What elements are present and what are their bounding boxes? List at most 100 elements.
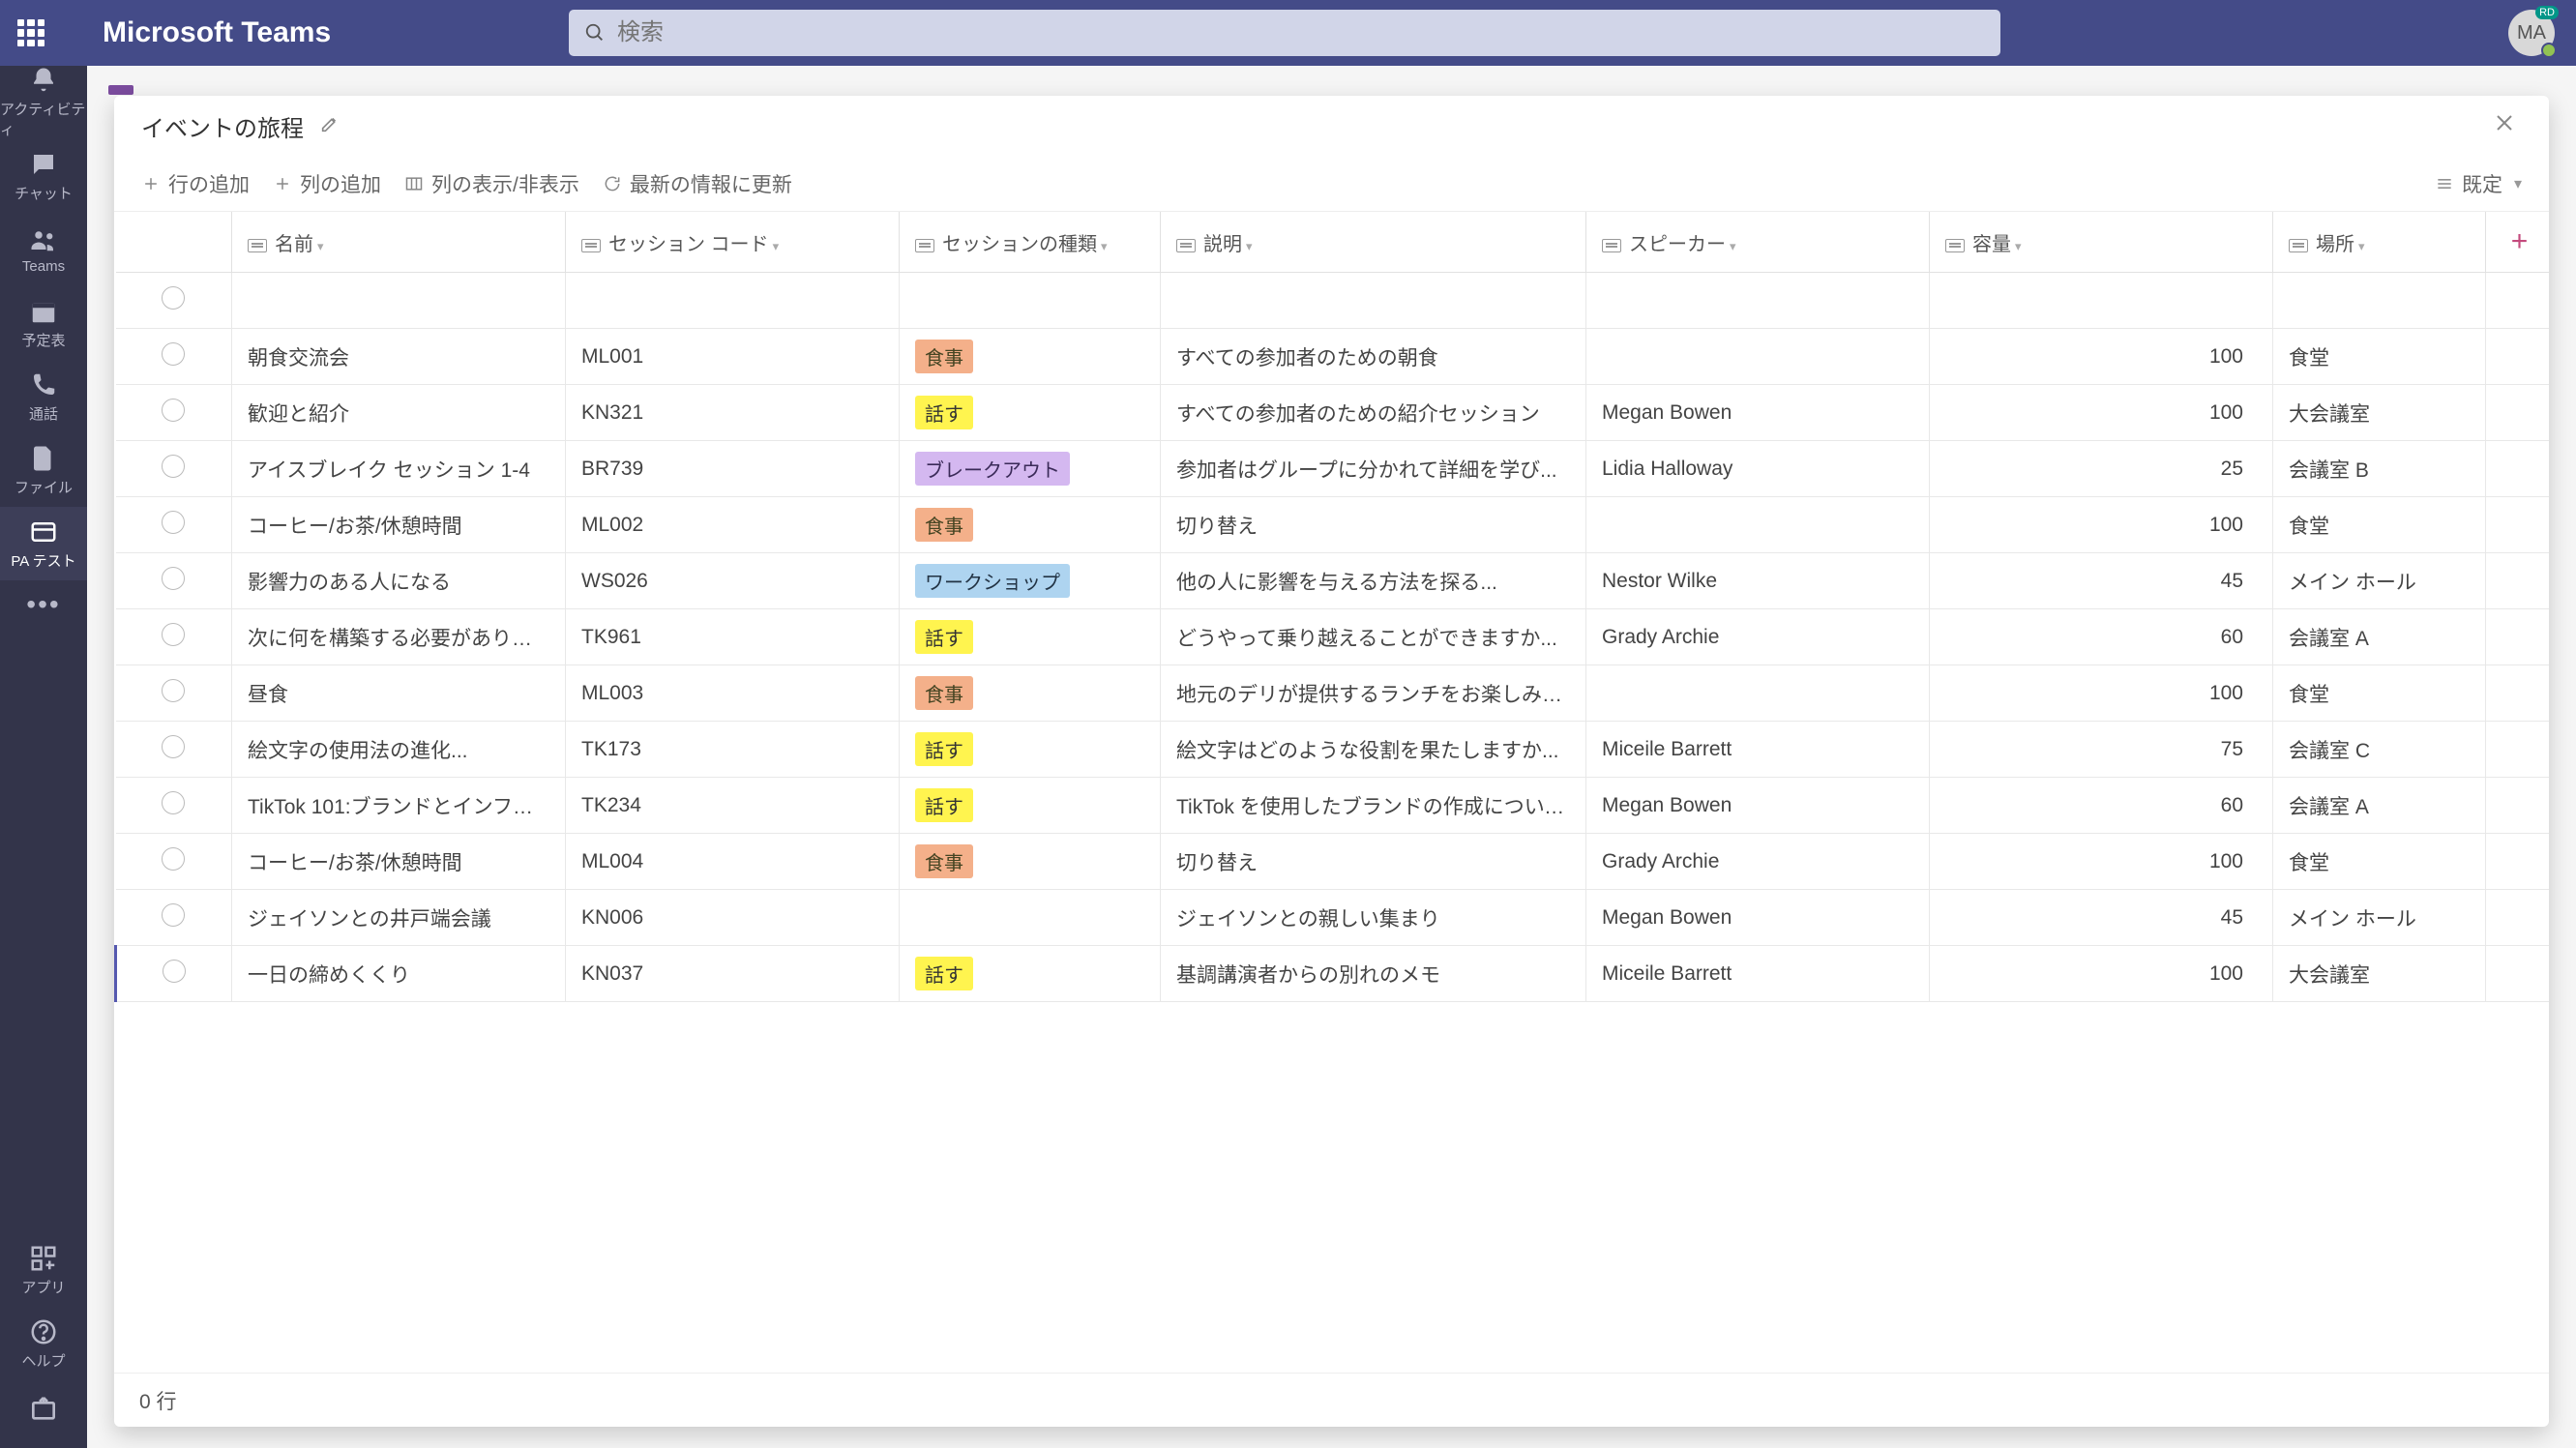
row-radio[interactable] [162,567,185,590]
cell-name[interactable]: 一日の締めくくり [232,946,566,1002]
cell-speaker[interactable]: Grady Archie [1586,609,1930,665]
avatar[interactable]: MA RD [2508,10,2555,56]
refresh-button[interactable]: 最新の情報に更新 [603,169,792,198]
row-radio[interactable] [162,791,185,814]
cell-speaker[interactable]: Grady Archie [1586,834,1930,890]
view-selector[interactable]: 既定 ▾ [2435,169,2522,198]
cell-code[interactable]: KN037 [566,946,900,1002]
cell-type[interactable]: ブレークアウト [900,441,1161,497]
cell-code[interactable]: WS026 [566,553,900,609]
rail-calendar[interactable]: 予定表 [0,286,87,360]
cell-desc[interactable]: TikTok を使用したブランドの作成について学ぶ [1161,778,1586,834]
cell-name[interactable]: アイスブレイク セッション 1-4 [232,441,566,497]
col-place[interactable]: 場所▾ [2273,212,2486,273]
cell-desc[interactable]: 参加者はグループに分かれて詳細を学び... [1161,441,1586,497]
cell-code[interactable]: TK961 [566,609,900,665]
row-radio[interactable] [162,903,185,927]
cell-cap[interactable]: 100 [1930,665,2273,722]
cell-speaker[interactable] [1586,329,1930,385]
table-row[interactable]: ジェイソンとの井戸端会議KN006ジェイソンとの親しい集まりMegan Bowe… [116,890,2550,946]
cell-code[interactable]: KN321 [566,385,900,441]
cell-cap[interactable]: 25 [1930,441,2273,497]
cell-name[interactable]: 影響力のある人になる [232,553,566,609]
table-row-empty[interactable] [116,273,2550,329]
cell-type[interactable]: 話す [900,609,1161,665]
table-row[interactable]: コーヒー/お茶/休憩時間ML004食事切り替えGrady Archie100食堂 [116,834,2550,890]
row-radio[interactable] [162,286,185,310]
edit-title-button[interactable] [319,113,341,139]
cell-type[interactable] [900,890,1161,946]
search-input[interactable] [617,19,1985,46]
cell-cap[interactable]: 60 [1930,778,2273,834]
table-row[interactable]: 朝食交流会ML001食事すべての参加者のための朝食100食堂 [116,329,2550,385]
row-radio[interactable] [162,679,185,702]
cell-name[interactable]: 絵文字の使用法の進化... [232,722,566,778]
cell-code[interactable]: ML003 [566,665,900,722]
cell-desc[interactable]: 他の人に影響を与える方法を探る... [1161,553,1586,609]
cell-cap[interactable]: 100 [1930,385,2273,441]
cell-type[interactable]: 食事 [900,665,1161,722]
cell-cap[interactable]: 100 [1930,497,2273,553]
row-radio[interactable] [162,455,185,478]
cell-code[interactable]: TK234 [566,778,900,834]
toggle-columns-button[interactable]: 列の表示/非表示 [404,169,579,198]
rail-calls[interactable]: 通話 [0,360,87,433]
cell-cap[interactable]: 100 [1930,329,2273,385]
cell-type[interactable]: 食事 [900,834,1161,890]
table-row[interactable]: 昼食ML003食事地元のデリが提供するランチをお楽しみください100食堂 [116,665,2550,722]
cell-cap[interactable]: 45 [1930,553,2273,609]
cell-desc[interactable]: すべての参加者のための紹介セッション [1161,385,1586,441]
cell-name[interactable]: TikTok 101:ブランドとインフルエンサー [232,778,566,834]
col-speaker[interactable]: スピーカー▾ [1586,212,1930,273]
row-radio[interactable] [162,342,185,366]
rail-teams[interactable]: Teams [0,213,87,286]
cell-code[interactable]: ML001 [566,329,900,385]
cell-desc[interactable]: 切り替え [1161,834,1586,890]
cell-name[interactable]: コーヒー/お茶/休憩時間 [232,834,566,890]
cell-name[interactable]: 朝食交流会 [232,329,566,385]
table-row[interactable]: コーヒー/お茶/休憩時間ML002食事切り替え100食堂 [116,497,2550,553]
cell-desc[interactable]: 絵文字はどのような役割を果たしますか... [1161,722,1586,778]
rail-help[interactable]: ヘルプ [0,1307,87,1380]
cell-desc[interactable]: 地元のデリが提供するランチをお楽しみください [1161,665,1586,722]
cell-code[interactable]: KN006 [566,890,900,946]
cell-speaker[interactable] [1586,665,1930,722]
row-radio[interactable] [162,847,185,871]
cell-speaker[interactable]: Megan Bowen [1586,890,1930,946]
cell-speaker[interactable]: Nestor Wilke [1586,553,1930,609]
cell-speaker[interactable]: Miceile Barrett [1586,946,1930,1002]
cell-place[interactable]: 会議室 A [2273,778,2486,834]
row-radio[interactable] [162,511,185,534]
cell-place[interactable]: メイン ホール [2273,553,2486,609]
table-scroll[interactable]: 名前▾ セッション コード▾ セッションの種類▾ 説明▾ スピーカー▾ 容量▾ … [114,212,2549,1373]
cell-speaker[interactable] [1586,497,1930,553]
rail-pa-test[interactable]: PA テスト [0,507,87,580]
cell-type[interactable]: 食事 [900,329,1161,385]
rail-more[interactable]: ••• [0,580,87,629]
cell-cap[interactable]: 100 [1930,834,2273,890]
rail-apps[interactable]: アプリ [0,1233,87,1307]
cell-place[interactable]: 大会議室 [2273,385,2486,441]
cell-place[interactable]: 食堂 [2273,665,2486,722]
row-radio[interactable] [163,960,186,983]
cell-code[interactable]: BR739 [566,441,900,497]
cell-place[interactable]: 大会議室 [2273,946,2486,1002]
cell-desc[interactable]: どうやって乗り越えることができますか... [1161,609,1586,665]
cell-type[interactable]: 話す [900,385,1161,441]
add-row-button[interactable]: 行の追加 [141,169,250,198]
cell-place[interactable]: 食堂 [2273,497,2486,553]
cell-place[interactable]: 食堂 [2273,329,2486,385]
table-row[interactable]: 次に何を構築する必要がありますか?TK961話すどうやって乗り越えることができま… [116,609,2550,665]
cell-place[interactable]: 食堂 [2273,834,2486,890]
cell-type[interactable]: 食事 [900,497,1161,553]
app-launcher-icon[interactable] [17,19,44,46]
cell-name[interactable]: 歓迎と紹介 [232,385,566,441]
cell-place[interactable]: メイン ホール [2273,890,2486,946]
table-row[interactable]: 歓迎と紹介KN321話すすべての参加者のための紹介セッションMegan Bowe… [116,385,2550,441]
close-button[interactable] [2487,110,2522,141]
rail-share[interactable] [0,1380,87,1438]
cell-type[interactable]: 話す [900,722,1161,778]
cell-type[interactable]: ワークショップ [900,553,1161,609]
cell-cap[interactable]: 45 [1930,890,2273,946]
table-row[interactable]: 一日の締めくくりKN037話す基調講演者からの別れのメモMiceile Barr… [116,946,2550,1002]
